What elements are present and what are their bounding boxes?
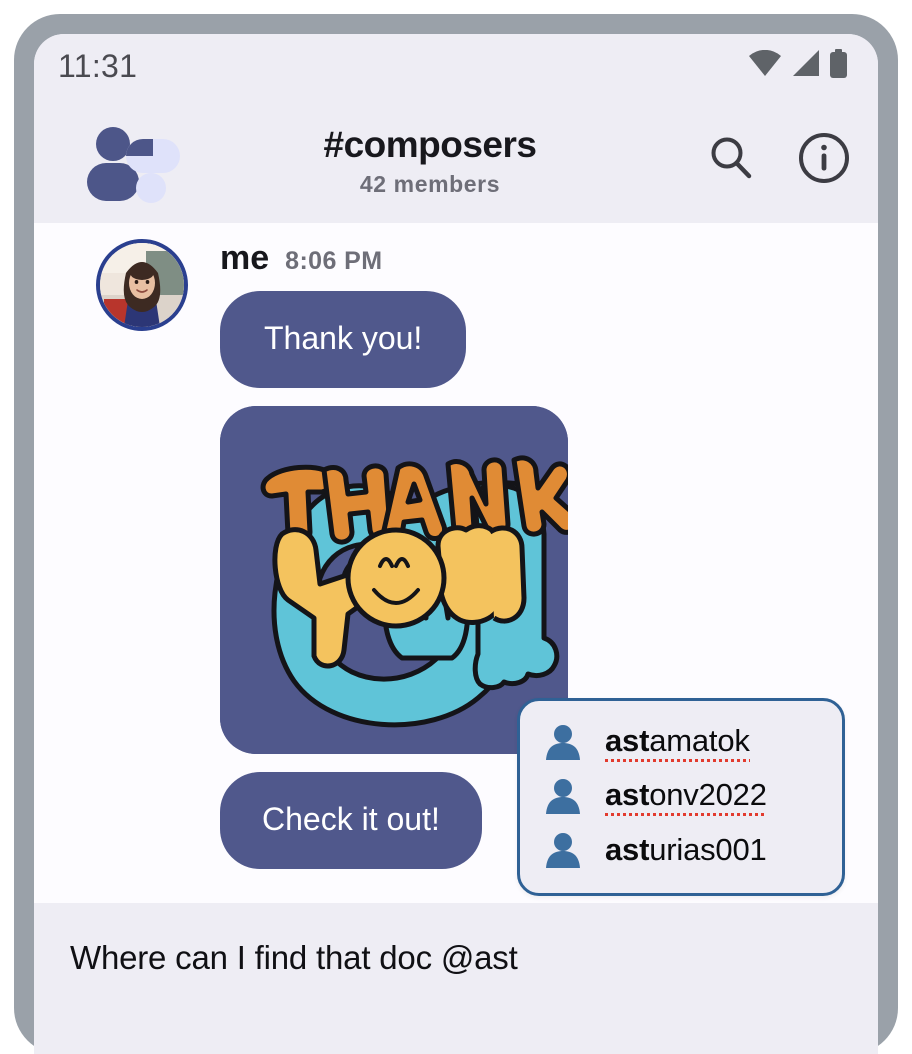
people-group-logo <box>84 125 180 203</box>
wifi-icon <box>748 49 782 82</box>
channel-member-count: 42 members <box>359 170 501 197</box>
mention-remainder: amatok <box>649 722 750 758</box>
message-composer[interactable]: Where can I find that doc @ast <box>34 903 878 1054</box>
person-icon <box>543 830 583 870</box>
message-bubble-sticker[interactable] <box>220 406 568 754</box>
phone-screen: 11:31 #composers 42 members me 8:06 PM T… <box>34 34 878 1054</box>
search-icon[interactable] <box>708 135 754 186</box>
mention-suggestion-item[interactable]: asturias001 <box>520 823 842 877</box>
composer-input[interactable]: Where can I find that doc @ast <box>70 939 848 977</box>
mention-suggestion-label: astamatok <box>605 722 750 762</box>
mention-suggestion-item[interactable]: astamatok <box>520 715 842 769</box>
mention-suggestion-label: astonv2022 <box>605 776 767 816</box>
mention-autocomplete-dropdown[interactable]: astamatok astonv2022 asturias001 <box>517 698 845 896</box>
mention-suggestion-label: asturias001 <box>605 832 767 868</box>
mention-match-prefix: ast <box>605 776 650 812</box>
info-icon[interactable] <box>798 132 850 189</box>
channel-header-titles: #composers 42 members <box>152 124 708 198</box>
cellular-signal-icon <box>791 50 820 82</box>
phone-frame: 11:31 #composers 42 members me 8:06 PM T… <box>14 14 898 1054</box>
battery-icon <box>829 48 848 84</box>
message-bubble-text[interactable]: Thank you! <box>220 291 467 388</box>
mention-match-prefix: ast <box>605 722 650 758</box>
channel-header: #composers 42 members <box>34 98 878 223</box>
avatar[interactable] <box>96 239 188 331</box>
message-bubble-text[interactable]: Check it out! <box>220 772 482 869</box>
mention-match-prefix: ast <box>605 832 650 867</box>
status-bar-clock: 11:31 <box>58 47 138 84</box>
mention-suggestion-item[interactable]: astonv2022 <box>520 769 842 823</box>
message-column: me 8:06 PM Thank you! Check it out! <box>220 239 568 869</box>
person-icon <box>543 776 583 816</box>
status-bar-icons <box>748 48 848 84</box>
status-bar: 11:31 <box>34 34 878 98</box>
mention-remainder: urias001 <box>649 832 767 867</box>
person-icon <box>543 722 583 762</box>
message-timestamp: 8:06 PM <box>285 247 383 275</box>
channel-title: #composers <box>323 123 538 165</box>
mention-remainder: onv2022 <box>649 776 767 812</box>
chat-message-list[interactable]: me 8:06 PM Thank you! Check it out! asta… <box>34 223 878 903</box>
sender-name: me <box>220 239 270 277</box>
channel-header-actions <box>708 132 850 189</box>
message-meta: me 8:06 PM <box>220 239 568 278</box>
